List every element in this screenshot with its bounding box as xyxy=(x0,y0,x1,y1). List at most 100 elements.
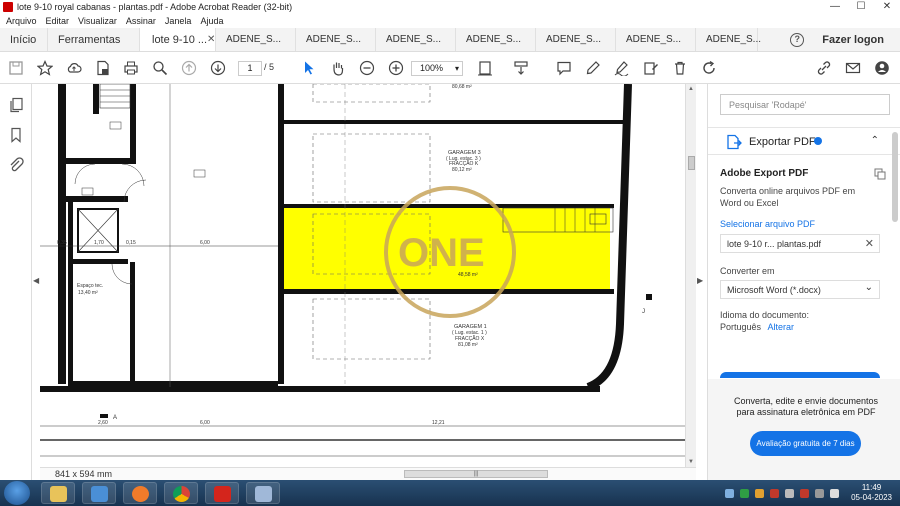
page-fit-icon[interactable] xyxy=(476,59,494,77)
save-icon[interactable] xyxy=(7,59,25,77)
star-icon[interactable] xyxy=(36,59,54,77)
attachment-icon[interactable] xyxy=(8,157,24,173)
previous-page-icon[interactable] xyxy=(180,59,198,77)
tab-tools[interactable]: Ferramentas xyxy=(48,28,140,51)
change-language-link[interactable]: Alterar xyxy=(768,322,795,332)
delete-icon[interactable] xyxy=(671,59,689,77)
print-icon[interactable] xyxy=(122,59,140,77)
zoom-select[interactable]: 100% xyxy=(411,61,463,76)
export-pdf-icon xyxy=(726,134,742,150)
select-file-link[interactable]: Selecionar arquivo PDF xyxy=(720,219,815,229)
highlight-pen-icon[interactable] xyxy=(584,59,602,77)
collapse-right-panel-icon[interactable]: ▶ xyxy=(697,276,703,285)
chevron-up-icon[interactable]: ⌃ xyxy=(871,135,879,146)
label-garage3-frac: FRACÇÃO K xyxy=(449,160,479,167)
selected-file-field[interactable]: lote 9-10 r... plantas.pdf ✕ xyxy=(720,234,880,253)
tab-adene-5[interactable]: ADENE_S... xyxy=(536,28,616,51)
copy-icon[interactable] xyxy=(874,168,886,180)
export-description: Converta online arquivos PDF em Word ou … xyxy=(720,186,856,208)
label-espaco: Espaço tec. xyxy=(77,283,103,289)
convert-label: Converter em xyxy=(720,266,775,276)
scroll-up-icon[interactable]: ▲ xyxy=(688,86,694,92)
protect-file-icon[interactable] xyxy=(94,59,112,77)
taskbar-chrome[interactable] xyxy=(164,482,198,504)
taskbar-acrobat[interactable] xyxy=(205,482,239,504)
tray-app-icon-1[interactable] xyxy=(740,488,750,498)
convert-button[interactable] xyxy=(720,372,880,378)
convert-format-select[interactable]: Microsoft Word (*.docx) xyxy=(720,280,880,299)
language-row: Português Alterar xyxy=(720,322,794,332)
page-number-input[interactable]: 1 xyxy=(238,61,262,76)
tab-active-document[interactable]: lote 9-10 ... ✕ xyxy=(140,28,216,51)
mail-icon[interactable] xyxy=(844,59,862,77)
close-window-button[interactable]: ✕ xyxy=(874,0,900,14)
tab-adene-3[interactable]: ADENE_S... xyxy=(376,28,456,51)
scroll-down-icon[interactable]: ▼ xyxy=(688,459,694,465)
help-icon[interactable]: ? xyxy=(790,33,805,47)
maximize-button[interactable]: ☐ xyxy=(848,0,874,14)
menu-janela[interactable]: Janela xyxy=(165,16,192,26)
next-page-icon[interactable] xyxy=(209,59,227,77)
tab-adene-1[interactable]: ADENE_S... xyxy=(216,28,296,51)
tab-adene-2[interactable]: ADENE_S... xyxy=(296,28,376,51)
hand-tool-icon[interactable] xyxy=(329,59,347,77)
taskbar-media-player[interactable] xyxy=(82,482,116,504)
login-button[interactable]: Fazer logon xyxy=(822,34,884,46)
cloud-upload-icon[interactable] xyxy=(65,59,83,77)
network-icon[interactable] xyxy=(830,488,840,498)
chrome-icon xyxy=(173,486,190,502)
document-view[interactable]: 80,68 m² GARAGEM 3 ( Lug. estac. 3 ) FRA… xyxy=(40,84,685,467)
language-label: Idioma do documento: xyxy=(720,310,810,320)
minimize-button[interactable]: — xyxy=(822,0,848,14)
tray-app-icon-2[interactable] xyxy=(755,488,765,498)
label-garage3-area: 80,12 m² xyxy=(452,167,472,173)
folder-icon xyxy=(50,486,67,502)
menu-assinar[interactable]: Assinar xyxy=(126,16,156,26)
search-input[interactable]: Pesquisar 'Rodapé' xyxy=(720,94,890,115)
clear-file-icon[interactable]: ✕ xyxy=(865,237,874,250)
add-user-icon[interactable] xyxy=(873,59,891,77)
sign-icon[interactable] xyxy=(613,59,631,77)
zoom-in-icon[interactable] xyxy=(387,59,405,77)
close-tab-icon[interactable]: ✕ xyxy=(207,34,215,45)
menu-arquivo[interactable]: Arquivo xyxy=(6,16,37,26)
tray-app-icon-5[interactable] xyxy=(800,488,810,498)
menu-visualizar[interactable]: Visualizar xyxy=(78,16,117,26)
tray-app-icon-4[interactable] xyxy=(785,488,795,498)
free-trial-button[interactable]: Avaliação gratuita de 7 dias xyxy=(750,431,861,456)
rotate-icon[interactable] xyxy=(700,59,718,77)
taskbar-paint[interactable] xyxy=(246,482,280,504)
bluetooth-icon[interactable] xyxy=(725,488,735,498)
tray-app-icon-3[interactable] xyxy=(770,488,780,498)
label-dim-600-bottom: 6,00 xyxy=(200,420,210,426)
tab-home[interactable]: Início xyxy=(0,28,48,51)
horizontal-scroll-thumb[interactable]: ||| xyxy=(404,470,548,478)
share-link-icon[interactable] xyxy=(815,59,833,77)
tab-adene-6[interactable]: ADENE_S... xyxy=(616,28,696,51)
export-pdf-header[interactable]: Exportar PDF ⌃ xyxy=(708,127,900,155)
edit-pdf-icon[interactable] xyxy=(642,59,660,77)
tab-adene-7[interactable]: ADENE_S... xyxy=(696,28,761,51)
menu-bar: Arquivo Editar Visualizar Assinar Janela… xyxy=(0,14,900,28)
speaker-icon[interactable] xyxy=(815,488,825,498)
collapse-left-panel-icon[interactable]: ◀ xyxy=(33,276,39,285)
page-thumbnails-icon[interactable] xyxy=(8,97,24,113)
export-pdf-title: Exportar PDF xyxy=(749,136,816,148)
vertical-scrollbar[interactable]: ▲ ▼ xyxy=(685,84,696,467)
zoom-search-icon[interactable] xyxy=(151,59,169,77)
comment-icon[interactable] xyxy=(555,59,573,77)
scroll-thumb[interactable] xyxy=(688,156,695,170)
menu-ajuda[interactable]: Ajuda xyxy=(200,16,223,26)
windows-taskbar: 11:49 05-04-2023 xyxy=(0,480,900,506)
menu-editar[interactable]: Editar xyxy=(46,16,70,26)
taskbar-explorer[interactable] xyxy=(41,482,75,504)
panel-scrollbar[interactable] xyxy=(892,132,898,222)
bookmark-icon[interactable] xyxy=(8,127,24,143)
tab-adene-4[interactable]: ADENE_S... xyxy=(456,28,536,51)
zoom-out-icon[interactable] xyxy=(358,59,376,77)
scroll-mode-icon[interactable] xyxy=(512,59,530,77)
taskbar-app-s[interactable] xyxy=(123,482,157,504)
clock[interactable]: 11:49 05-04-2023 xyxy=(851,483,892,503)
start-button[interactable] xyxy=(4,481,30,505)
select-cursor-icon[interactable] xyxy=(300,59,318,77)
